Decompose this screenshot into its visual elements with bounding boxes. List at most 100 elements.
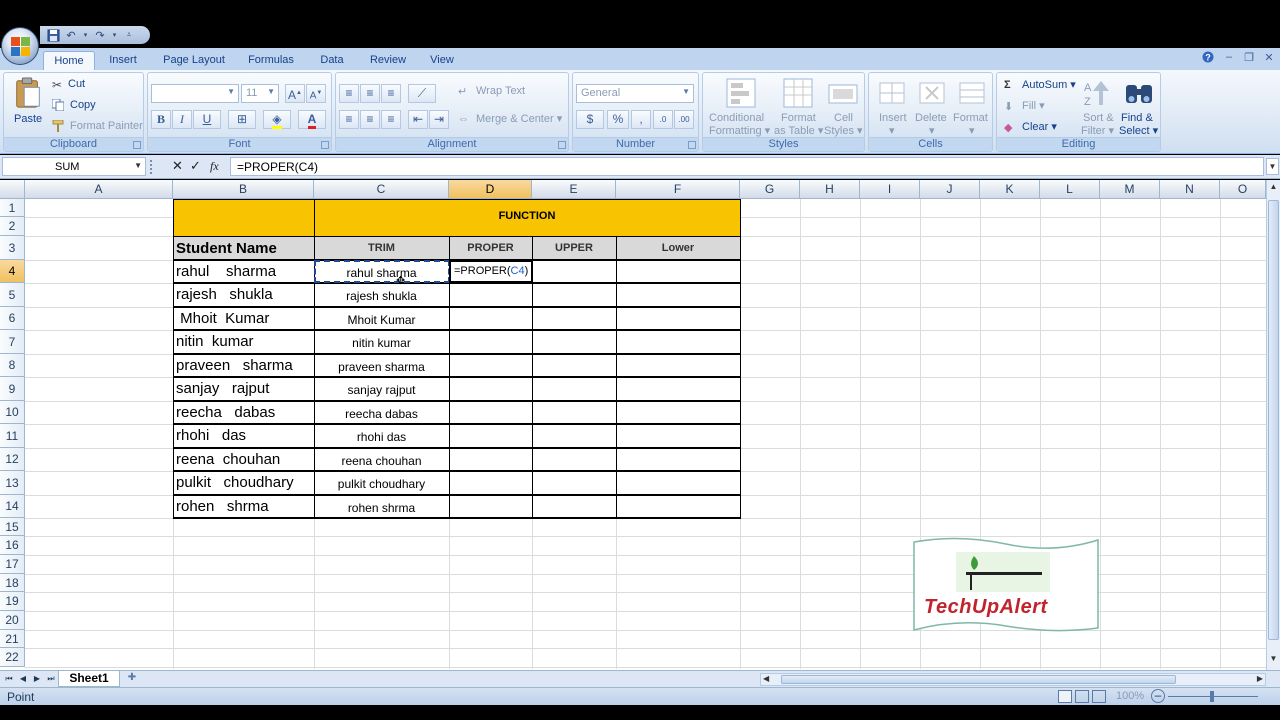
- autosum-button[interactable]: Σ AutoSum ▾: [1004, 78, 1076, 91]
- column-header-a[interactable]: A: [25, 180, 173, 199]
- column-header-f[interactable]: F: [616, 180, 740, 199]
- align-bottom-icon[interactable]: ≡: [381, 84, 401, 103]
- alignment-launcher-icon[interactable]: [558, 141, 566, 149]
- column-header-e[interactable]: E: [532, 180, 616, 199]
- comma-button[interactable]: ,: [631, 110, 651, 129]
- normal-view-icon[interactable]: [1058, 690, 1072, 703]
- column-header-g[interactable]: G: [740, 180, 800, 199]
- dropdown-icon[interactable]: ▾: [82, 28, 89, 42]
- bold-button[interactable]: B: [151, 110, 171, 129]
- column-header-k[interactable]: K: [980, 180, 1040, 199]
- align-right-icon[interactable]: ≡: [381, 110, 401, 129]
- column-header-n[interactable]: N: [1160, 180, 1220, 199]
- shrink-font-button[interactable]: A▼: [306, 84, 326, 103]
- row-header-15[interactable]: 15: [0, 518, 25, 536]
- align-middle-icon[interactable]: ≡: [360, 84, 380, 103]
- insert-cells-button[interactable]: Insert ▾: [873, 77, 911, 137]
- row-header-11[interactable]: 11: [0, 424, 25, 448]
- row-header-18[interactable]: 18: [0, 574, 25, 592]
- minimize-icon[interactable]: –: [1222, 51, 1236, 65]
- font-launcher-icon[interactable]: [321, 141, 329, 149]
- clear-button[interactable]: ◆ Clear ▾: [1004, 120, 1057, 134]
- conditional-formatting-button[interactable]: Conditional Formatting ▾: [707, 77, 773, 137]
- tab-formulas[interactable]: Formulas: [240, 51, 302, 70]
- copy-button[interactable]: Copy: [51, 98, 96, 112]
- align-top-icon[interactable]: ≡: [339, 84, 359, 103]
- fill-color-button[interactable]: ◈: [263, 110, 291, 129]
- borders-button[interactable]: ⊞: [228, 110, 256, 129]
- decrease-indent-icon[interactable]: ⇤: [408, 110, 428, 129]
- prev-sheet-icon[interactable]: ◀: [17, 673, 29, 685]
- tab-view[interactable]: View: [422, 51, 462, 70]
- format-painter-button[interactable]: Format Painter: [52, 119, 143, 133]
- zoom-level[interactable]: 100%: [1116, 690, 1144, 702]
- tab-page-layout[interactable]: Page Layout: [155, 51, 233, 70]
- office-button[interactable]: [1, 27, 39, 65]
- orientation-icon[interactable]: ⟋: [408, 84, 436, 103]
- column-header-b[interactable]: B: [173, 180, 314, 199]
- row-header-22[interactable]: 22: [0, 648, 25, 667]
- tab-review[interactable]: Review: [362, 51, 414, 70]
- insert-sheet-icon[interactable]: ✚: [120, 672, 144, 686]
- format-as-table-button[interactable]: Format as Table ▾: [773, 77, 823, 137]
- increase-indent-icon[interactable]: ⇥: [429, 110, 449, 129]
- tab-data[interactable]: Data: [312, 51, 352, 70]
- decrease-decimal-icon[interactable]: .00: [674, 110, 694, 129]
- align-center-icon[interactable]: ≡: [360, 110, 380, 129]
- wrap-text-button[interactable]: ↵ Wrap Text: [458, 85, 525, 98]
- paste-button[interactable]: Paste: [8, 77, 46, 135]
- column-header-o[interactable]: O: [1220, 180, 1266, 199]
- delete-cells-button[interactable]: Delete ▾: [913, 77, 951, 137]
- redo-icon[interactable]: ↷: [93, 28, 107, 42]
- column-header-i[interactable]: I: [860, 180, 920, 199]
- column-header-j[interactable]: J: [920, 180, 980, 199]
- sheet-tab-sheet1[interactable]: Sheet1: [58, 671, 120, 687]
- customize-qat-icon[interactable]: ⩡: [122, 28, 136, 42]
- row-header-1[interactable]: 1: [0, 199, 25, 217]
- zoom-slider-thumb[interactable]: [1210, 691, 1214, 702]
- underline-button[interactable]: U: [193, 110, 221, 129]
- expand-formula-bar-icon[interactable]: ▼: [1266, 158, 1279, 175]
- horizontal-scroll-thumb[interactable]: [781, 675, 1176, 684]
- row-header-12[interactable]: 12: [0, 448, 25, 471]
- grow-font-button[interactable]: A▲: [285, 84, 305, 103]
- row-header-14[interactable]: 14: [0, 495, 25, 518]
- scroll-up-icon[interactable]: ▲: [1268, 182, 1279, 196]
- restore-icon[interactable]: ❐: [1242, 51, 1256, 65]
- vertical-scrollbar[interactable]: ▲ ▼: [1266, 180, 1280, 670]
- select-all-corner[interactable]: [0, 180, 25, 199]
- undo-icon[interactable]: ↶: [64, 28, 78, 42]
- merge-center-button[interactable]: ⇔ Merge & Center ▾: [458, 112, 562, 125]
- vertical-scroll-thumb[interactable]: [1268, 200, 1279, 640]
- row-header-21[interactable]: 21: [0, 630, 25, 648]
- number-format-select[interactable]: General ▼: [576, 84, 694, 103]
- scroll-left-icon[interactable]: ◀: [763, 674, 769, 683]
- scroll-right-icon[interactable]: ▶: [1257, 674, 1263, 683]
- tab-insert[interactable]: Insert: [100, 51, 146, 70]
- row-header-2[interactable]: 2: [0, 217, 25, 236]
- row-header-13[interactable]: 13: [0, 471, 25, 495]
- row-header-10[interactable]: 10: [0, 401, 25, 424]
- formula-input[interactable]: =PROPER(C4): [230, 157, 1264, 176]
- save-icon[interactable]: [46, 28, 60, 42]
- page-layout-view-icon[interactable]: [1075, 690, 1089, 703]
- page-break-view-icon[interactable]: [1092, 690, 1106, 703]
- row-header-5[interactable]: 5: [0, 283, 25, 307]
- last-sheet-icon[interactable]: ⏭: [45, 673, 57, 685]
- row-header-4[interactable]: 4: [0, 260, 25, 283]
- enter-icon[interactable]: ✓: [190, 158, 201, 174]
- column-header-h[interactable]: H: [800, 180, 860, 199]
- row-header-20[interactable]: 20: [0, 611, 25, 630]
- dropdown-icon[interactable]: ▾: [111, 28, 118, 42]
- row-header-16[interactable]: 16: [0, 536, 25, 555]
- font-name-select[interactable]: ▼: [151, 84, 239, 103]
- row-header-19[interactable]: 19: [0, 592, 25, 611]
- worksheet-grid[interactable]: ABCDEFGHIJKLMNO 1 2 3 4 5 6 7 8 9 10 11 12 13 14 15 16 1…: [0, 180, 1266, 670]
- format-cells-button[interactable]: Format ▾: [953, 77, 991, 137]
- row-header-7[interactable]: 7: [0, 330, 25, 354]
- row-header-9[interactable]: 9: [0, 377, 25, 401]
- insert-function-icon[interactable]: fx: [210, 159, 219, 174]
- row-header-6[interactable]: 6: [0, 307, 25, 330]
- font-size-select[interactable]: 11 ▼: [241, 84, 279, 103]
- currency-button[interactable]: $: [576, 110, 604, 129]
